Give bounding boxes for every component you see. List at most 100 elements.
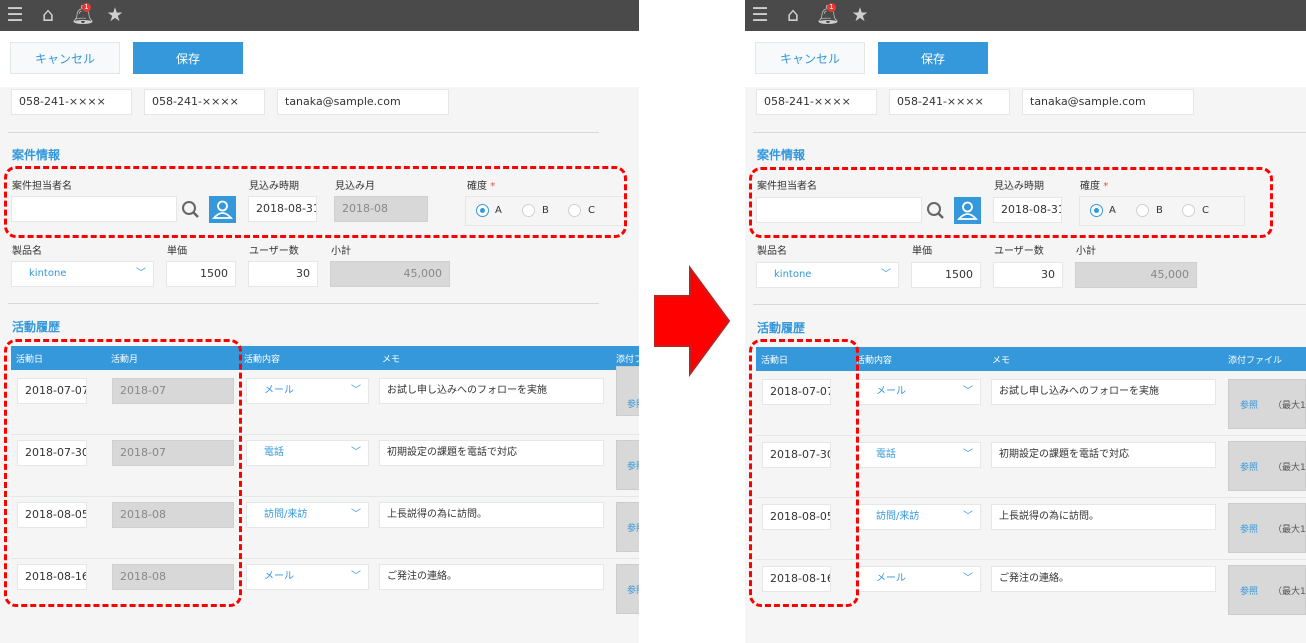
browse-link[interactable]: 参照: [1240, 398, 1258, 411]
product-select[interactable]: kintone ﹀: [756, 262, 899, 288]
max-size-note: （最大1: [1273, 401, 1306, 411]
attachment-area[interactable]: 参照 （最大1: [1228, 503, 1306, 553]
max-size-note: （最大1: [1273, 463, 1306, 473]
memo-input[interactable]: 上長説得の為に訪問。: [991, 504, 1216, 530]
top-nav-bar: ☰ ⌂ 🔔︎ 1 ★: [745, 0, 1306, 31]
highlight-date-column: [749, 339, 859, 607]
chevron-down-icon: ﹀: [351, 571, 361, 582]
highlight-date-columns: [4, 339, 242, 607]
attachment-area[interactable]: 参照: [616, 564, 639, 614]
unit-price-label: 単価: [167, 246, 187, 257]
attachment-area[interactable]: 参照 （最大1: [1228, 379, 1306, 429]
attachment-area[interactable]: 参照 （最大1: [1228, 441, 1306, 491]
chevron-down-icon: ﹀: [351, 385, 361, 396]
memo-input[interactable]: ご発注の連絡。: [991, 566, 1216, 592]
browse-link[interactable]: 参照: [1240, 460, 1258, 473]
chevron-down-icon: ﹀: [351, 509, 361, 520]
menu-icon[interactable]: ☰: [749, 4, 771, 26]
chevron-down-icon: ﹀: [963, 573, 973, 584]
notification-badge: 1: [827, 3, 836, 12]
notification-badge: 1: [82, 3, 91, 12]
users-input[interactable]: 30: [993, 262, 1063, 288]
chevron-down-icon: ﹀: [963, 511, 973, 522]
header-memo: メモ: [382, 355, 401, 365]
memo-input[interactable]: 初期設定の課題を電話で対応: [379, 440, 604, 466]
activity-content-value: メール: [264, 571, 294, 582]
highlight-deal-fields: [4, 166, 627, 238]
unit-price-input[interactable]: 1500: [911, 262, 981, 288]
attachment-area[interactable]: 参照: [616, 366, 639, 416]
product-select-value: kintone: [774, 269, 812, 280]
divider: [753, 132, 1306, 133]
unit-price-input[interactable]: 1500: [166, 261, 236, 287]
activity-content-select[interactable]: メール ﹀: [246, 378, 369, 404]
star-icon[interactable]: ★: [849, 4, 871, 26]
subtotal-label: 小計: [1076, 246, 1096, 257]
users-label: ユーザー数: [249, 246, 299, 257]
email-field[interactable]: tanaka@sample.com: [277, 89, 449, 115]
home-icon[interactable]: ⌂: [782, 4, 804, 26]
divider: [8, 303, 599, 304]
chevron-down-icon: ﹀: [963, 386, 973, 397]
memo-input[interactable]: 初期設定の課題を電話で対応: [991, 442, 1216, 468]
memo-input[interactable]: 上長説得の為に訪問。: [379, 502, 604, 528]
activity-section-title: 活動履歴: [757, 321, 806, 335]
deal-section-title: 案件情報: [757, 148, 806, 162]
memo-input[interactable]: ご発注の連絡。: [379, 564, 604, 590]
product-select[interactable]: kintone ﹀: [11, 261, 154, 287]
divider: [8, 132, 599, 133]
highlight-deal-fields: [749, 167, 1273, 238]
cancel-button[interactable]: キャンセル: [10, 42, 120, 74]
browse-link[interactable]: 参照: [627, 521, 639, 534]
divider: [753, 304, 1306, 305]
action-bar: キャンセル 保存: [745, 31, 1306, 87]
header-attachment: 添付ファ: [616, 355, 639, 365]
phone-field[interactable]: 058-241-××××: [756, 89, 877, 115]
product-label: 製品名: [757, 246, 787, 257]
activity-content-select[interactable]: メール ﹀: [246, 564, 369, 590]
activity-content-value: 訪問/来訪: [264, 509, 308, 520]
header-activity-content: 活動内容: [856, 356, 893, 366]
chevron-down-icon: ﹀: [881, 269, 891, 280]
home-icon[interactable]: ⌂: [37, 4, 59, 26]
activity-content-select[interactable]: 訪問/来訪 ﹀: [858, 504, 981, 530]
browse-link[interactable]: 参照: [627, 583, 639, 596]
arrow-right-icon: [654, 265, 731, 377]
product-label: 製品名: [12, 246, 42, 257]
attachment-area[interactable]: 参照: [616, 502, 639, 552]
activity-content-select[interactable]: 電話 ﹀: [246, 440, 369, 466]
email-field[interactable]: tanaka@sample.com: [1022, 89, 1194, 115]
chevron-down-icon: ﹀: [963, 449, 973, 460]
phone-field[interactable]: 058-241-××××: [11, 89, 132, 115]
top-nav-bar: ☰ ⌂ 🔔︎ 1 ★: [0, 0, 639, 31]
activity-content-select[interactable]: メール ﹀: [858, 566, 981, 592]
before-form-panel: ☰ ⌂ 🔔︎ 1 ★ キャンセル 保存 058-241-×××× 058-241…: [0, 0, 639, 643]
save-button[interactable]: 保存: [133, 42, 243, 74]
attachment-area[interactable]: 参照 （最大1: [1228, 565, 1306, 615]
activity-content-value: メール: [876, 386, 906, 397]
save-button[interactable]: 保存: [878, 42, 988, 74]
cancel-button[interactable]: キャンセル: [755, 42, 865, 74]
activity-content-select[interactable]: 電話 ﹀: [858, 442, 981, 468]
activity-content-select[interactable]: メール ﹀: [858, 379, 981, 405]
attachment-area[interactable]: 参照: [616, 440, 639, 490]
fax-field[interactable]: 058-241-××××: [889, 89, 1010, 115]
browse-link[interactable]: 参照: [1240, 522, 1258, 535]
memo-input[interactable]: お試し申し込みへのフォローを実施: [991, 379, 1216, 405]
activity-section-title: 活動履歴: [12, 320, 61, 334]
browse-link[interactable]: 参照: [627, 459, 639, 472]
browse-link[interactable]: 参照: [627, 397, 639, 410]
activity-content-select[interactable]: 訪問/来訪 ﹀: [246, 502, 369, 528]
users-input[interactable]: 30: [248, 261, 318, 287]
activity-content-value: メール: [264, 385, 294, 396]
max-size-note: （最大1: [1273, 587, 1306, 597]
header-attachment: 添付ファイル: [1228, 356, 1283, 366]
activity-content-value: 訪問/来訪: [876, 511, 920, 522]
header-activity-content: 活動内容: [244, 355, 281, 365]
memo-input[interactable]: お試し申し込みへのフォローを実施: [379, 378, 604, 404]
browse-link[interactable]: 参照: [1240, 584, 1258, 597]
star-icon[interactable]: ★: [104, 4, 126, 26]
chevron-down-icon: ﹀: [136, 268, 146, 279]
menu-icon[interactable]: ☰: [4, 4, 26, 26]
fax-field[interactable]: 058-241-××××: [144, 89, 265, 115]
